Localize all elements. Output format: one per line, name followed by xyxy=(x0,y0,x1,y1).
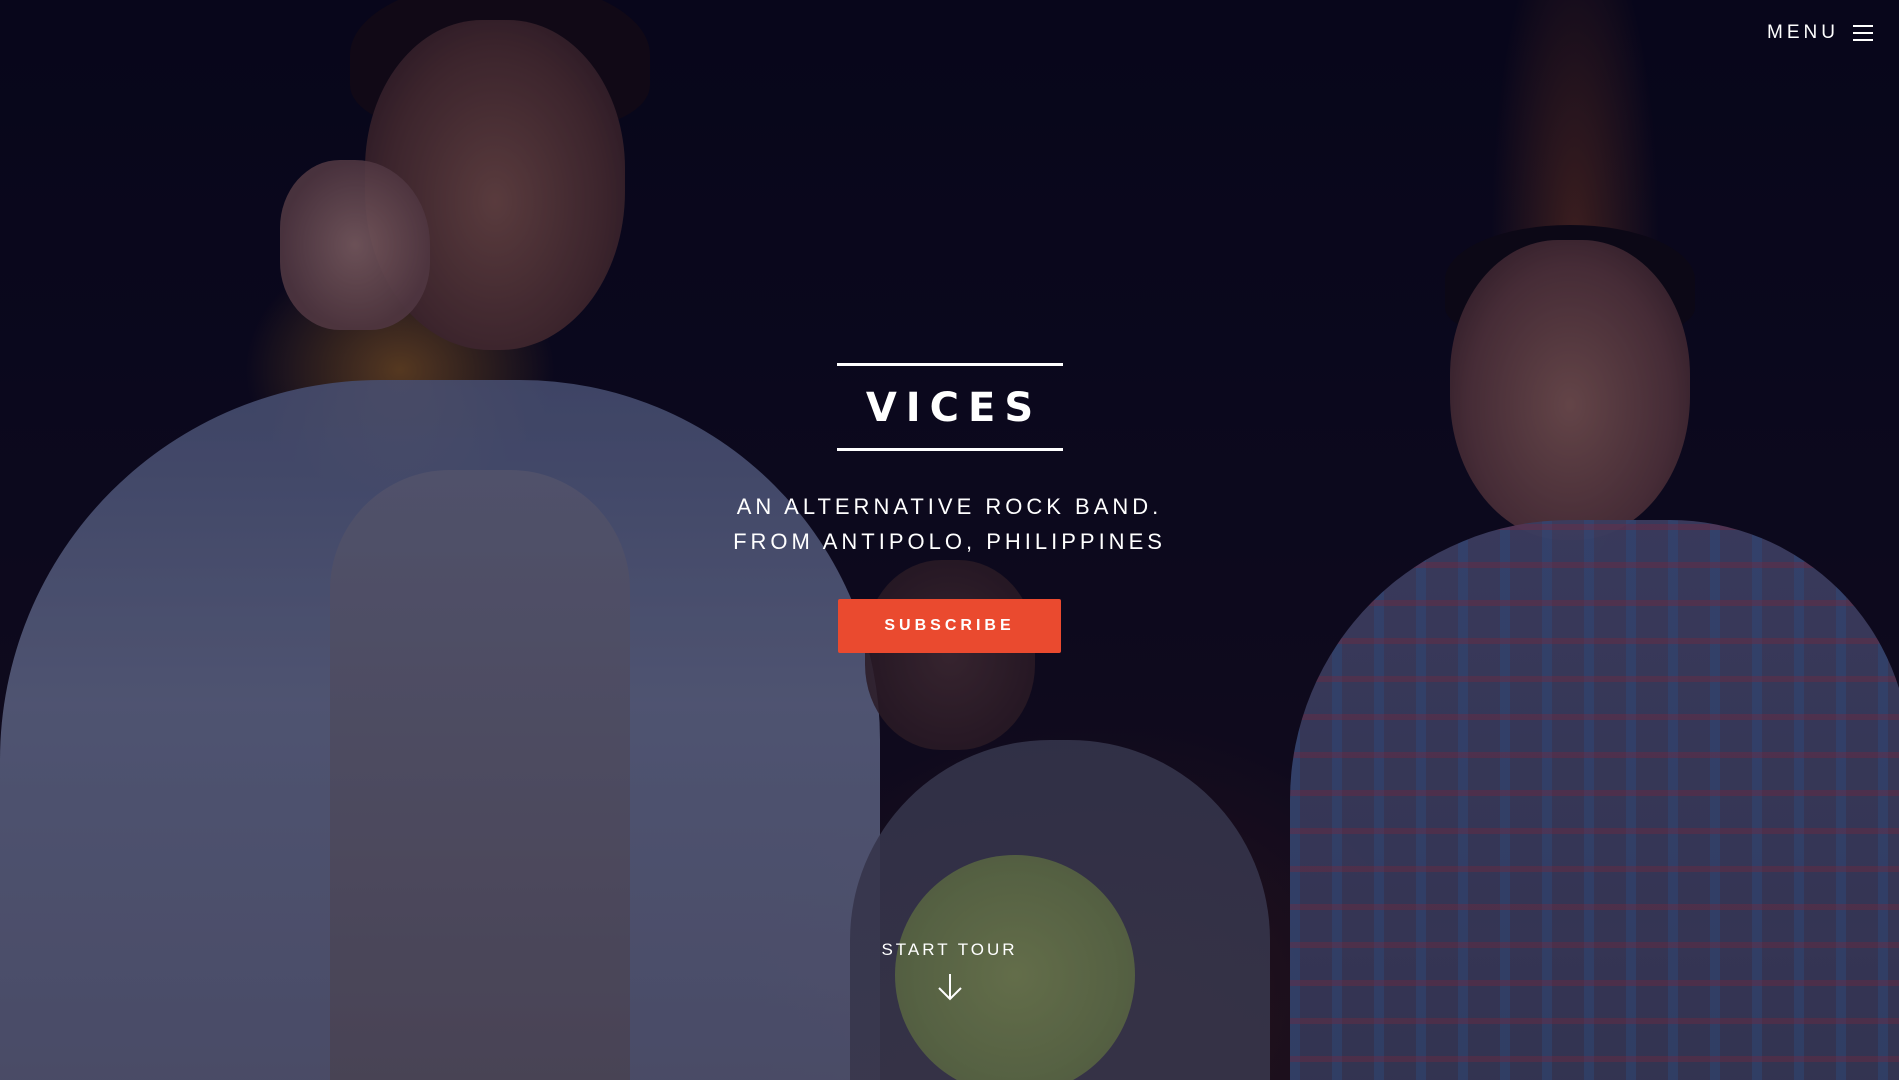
tagline-line-2: FROM ANTIPOLO, PHILIPPINES xyxy=(733,529,1166,554)
start-tour-label: START TOUR xyxy=(881,940,1018,959)
subscribe-button[interactable]: SUBSCRIBE xyxy=(838,599,1061,653)
tagline-line-1: AN ALTERNATIVE ROCK BAND. xyxy=(736,494,1163,519)
start-tour-link[interactable]: START TOUR xyxy=(0,940,1899,1007)
tagline: AN ALTERNATIVE ROCK BAND. FROM ANTIPOLO,… xyxy=(0,489,1899,559)
hero-content: VICES AN ALTERNATIVE ROCK BAND. FROM ANT… xyxy=(0,363,1899,653)
menu-button[interactable]: MENU xyxy=(1767,22,1873,44)
menu-label: MENU xyxy=(1767,22,1839,43)
arrow-down-icon[interactable] xyxy=(935,972,965,1007)
hamburger-icon[interactable] xyxy=(1853,25,1873,41)
band-logo: VICES xyxy=(836,363,1063,451)
hero-section: MENU VICES AN ALTERNATIVE ROCK BAND. FRO… xyxy=(0,0,1899,1080)
band-name: VICES xyxy=(865,385,1043,431)
